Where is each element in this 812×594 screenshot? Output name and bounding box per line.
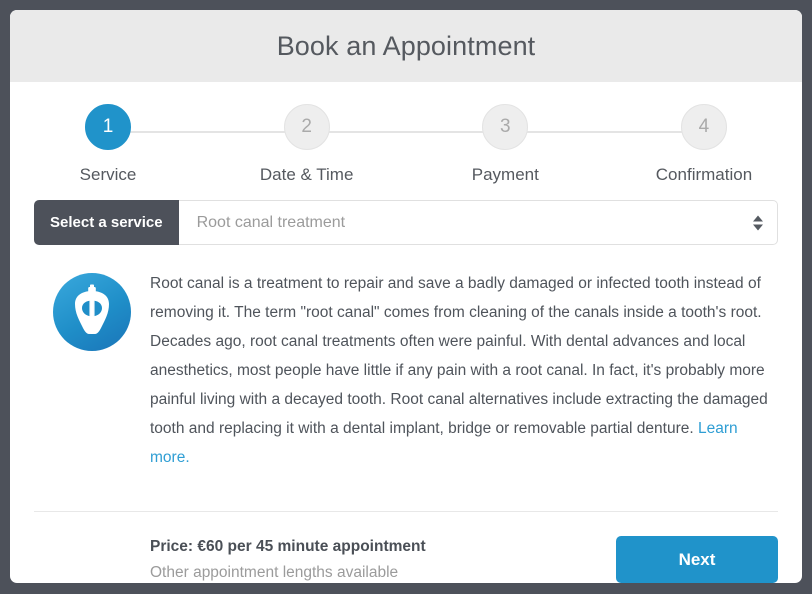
step-label-4: Confirmation [655,165,753,184]
step-circle-4: 4 [680,104,727,150]
modal-header: Book an Appointment [10,10,802,82]
step-circle-2: 2 [283,104,330,150]
service-detail: Root canal is a treatment to repair and … [34,269,778,491]
step-label-3: Payment [471,165,539,184]
step-item-payment[interactable]: 3 Payment [445,104,565,185]
step-circle-1: 1 [85,104,131,150]
tooth-root-canal-icon [53,273,131,351]
booking-modal: Book an Appointment 1 Service 2 Date & T… [10,10,802,583]
step-item-confirmation[interactable]: 4 Confirmation [644,104,764,185]
step-label-2: Date & Time [259,165,354,184]
price-note: Other appointment lengths available [150,563,399,581]
service-icon-wrap [34,269,150,491]
next-button[interactable]: Next [616,536,778,583]
service-select-row: Select a service Root canal treatment [34,200,778,245]
step-item-date-time[interactable]: 2 Date & Time [247,104,367,185]
updown-arrows-icon [753,215,763,230]
modal-footer: Price: €60 per 45 minute appointment Oth… [10,512,802,583]
step-item-service[interactable]: 1 Service [48,104,168,185]
page-title: Book an Appointment [276,30,536,61]
step-circle-3: 3 [482,104,529,150]
chevron-down-icon [753,224,763,230]
price-label: Price: €60 per 45 minute appointment [150,537,426,555]
service-select-label: Select a service [34,200,179,245]
progress-stepper: 1 Service 2 Date & Time 3 Payment 4 Conf… [48,104,764,196]
service-select-value: Root canal treatment [196,213,346,231]
service-select-input[interactable]: Root canal treatment [178,200,778,245]
service-description-text: Root canal is a treatment to repair and … [150,275,768,437]
price-block: Price: €60 per 45 minute appointment Oth… [150,538,426,582]
step-label-1: Service [79,165,137,184]
service-description: Root canal is a treatment to repair and … [150,269,778,491]
chevron-up-icon [753,215,763,221]
